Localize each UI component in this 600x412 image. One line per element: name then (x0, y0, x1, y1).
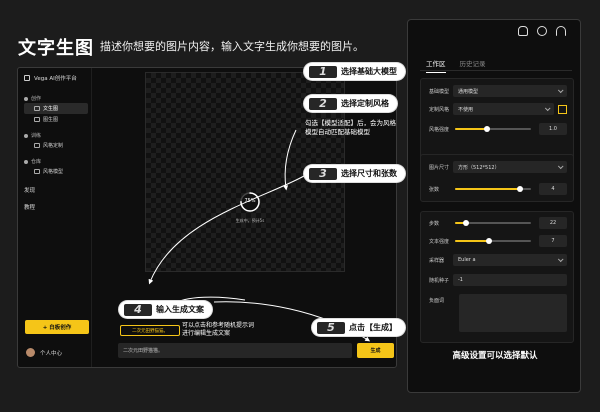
panel-toolbar (518, 26, 566, 36)
logo-icon (24, 75, 30, 81)
advanced-card: 步数 22 文本强度 7 采样器 Euler a 随机种子 -1 负面词 (420, 211, 574, 343)
steps-row: 步数 22 (429, 217, 567, 229)
chevron-down-icon (24, 96, 28, 101)
generate-button[interactable]: 生成 (357, 343, 394, 358)
text-strength-row: 文本强度 7 (429, 235, 567, 247)
callout-2-note: 勾选【模型适配】后，会为风格 模型自动匹配基础模型 (305, 119, 396, 136)
seed-row: 随机种子 -1 (429, 274, 567, 286)
text-strength-value[interactable]: 7 (539, 235, 567, 247)
settings-panel: 工作区 历史记录 基础模型 通用模型 定制风格 不使用 风格强度 1.0 图片尺… (407, 19, 581, 393)
callout-1: 1 选择基础大模型 (304, 63, 405, 80)
image-icon (34, 117, 40, 122)
progress-status: 生成中，预计5s (235, 218, 265, 223)
style-strength-value[interactable]: 1.0 (539, 123, 567, 135)
nav-group-create: 创作 (24, 94, 88, 103)
model-adapt-checkbox[interactable] (558, 104, 567, 114)
custom-style-select[interactable]: 不使用 (453, 103, 554, 115)
brand-name: Vega AI创作平台 (34, 76, 77, 82)
prompt-suggestion-chip[interactable]: 二次元田野猫猫。 (120, 325, 180, 336)
callout-5: 5 点击【生成】 (312, 319, 405, 336)
sidebar-item-text-to-image[interactable]: 文生图 (24, 103, 88, 114)
avatar (26, 348, 35, 357)
sidebar-item-style-model[interactable]: 风格模型 (24, 166, 88, 177)
base-model-row: 基础模型 通用模型 (429, 85, 567, 97)
sidebar-item-discover[interactable]: 发现 (24, 186, 88, 194)
style-strength-row: 风格强度 1.0 (429, 123, 567, 135)
chevron-down-icon (557, 256, 564, 263)
chevron-down-icon (544, 105, 551, 112)
image-size-row: 图片尺寸 方形（512*512） (429, 161, 567, 173)
progress-percent: 75% (244, 198, 256, 204)
image-icon (34, 106, 40, 111)
user-center-label: 个人中心 (40, 350, 63, 357)
chevron-down-icon (24, 159, 28, 164)
count-slider[interactable] (453, 183, 531, 195)
nav-group-repo: 仓库 (24, 157, 88, 166)
sidebar-item-image-to-image[interactable]: 图生图 (24, 114, 88, 125)
size-card: 图片尺寸 方形（512*512） 张数 4 (420, 154, 574, 202)
page-title: 文字生图 (18, 38, 94, 59)
chevron-down-icon (557, 87, 564, 94)
nav-group-train: 训练 (24, 131, 88, 140)
base-model-select[interactable]: 通用模型 (453, 85, 567, 97)
sidebar-item-tutorial[interactable]: 教程 (24, 203, 88, 211)
sidebar-nav: 创作 文生图 图生图 训练 风格定制 仓库 风格模型 发现 教程 (24, 94, 88, 211)
panel-footer-note: 高级设置可以选择默认 (452, 351, 538, 361)
chevron-down-icon (557, 163, 564, 170)
callout-3: 3 选择尺寸和张数 (304, 165, 405, 182)
seed-input[interactable]: -1 (453, 274, 567, 286)
gear-icon[interactable] (537, 26, 547, 36)
count-value[interactable]: 4 (539, 183, 567, 195)
palette-icon (34, 143, 40, 148)
sidebar: Vega AI创作平台 创作 文生图 图生图 训练 风格定制 仓库 风格模型 发… (18, 68, 92, 367)
whiteboard-create-button[interactable]: + 白板创作 (25, 320, 89, 334)
page-subtitle: 描述你想要的图片内容，输入文字生成你想要的图片。 (100, 40, 364, 53)
prompt-hint-note: 可以点击和参考随机提示词 进行编辑生成文案 (182, 322, 255, 337)
sidebar-item-style-custom[interactable]: 风格定制 (24, 140, 88, 151)
callout-2: 2 选择定制风格 (304, 95, 397, 112)
style-strength-slider[interactable] (453, 123, 531, 135)
layers-icon (34, 169, 40, 174)
text-strength-slider[interactable] (453, 235, 531, 247)
tab-divider (420, 70, 572, 71)
sampler-select[interactable]: Euler a (453, 254, 567, 266)
steps-slider[interactable] (453, 217, 531, 229)
custom-style-row: 定制风格 不使用 (429, 103, 567, 115)
user-center[interactable]: 个人中心 (26, 348, 62, 357)
prompt-input[interactable]: 二次元田野猫猫。 (118, 343, 352, 358)
bell-icon[interactable] (518, 26, 528, 36)
sampler-row: 采样器 Euler a (429, 254, 567, 266)
callout-4: 4 输入生成文案 (119, 301, 212, 318)
tutorial-page: 文字生图 描述你想要的图片内容，输入文字生成你想要的图片。 Vega AI创作平… (0, 0, 600, 412)
image-size-select[interactable]: 方形（512*512） (453, 161, 567, 173)
model-card: 基础模型 通用模型 定制风格 不使用 风格强度 1.0 (420, 78, 574, 162)
negative-prompt-input[interactable] (459, 294, 567, 332)
count-row: 张数 4 (429, 183, 567, 195)
chevron-down-icon (24, 133, 28, 138)
brand: Vega AI创作平台 (24, 74, 77, 82)
headset-icon[interactable] (556, 26, 566, 36)
steps-value[interactable]: 22 (539, 217, 567, 229)
